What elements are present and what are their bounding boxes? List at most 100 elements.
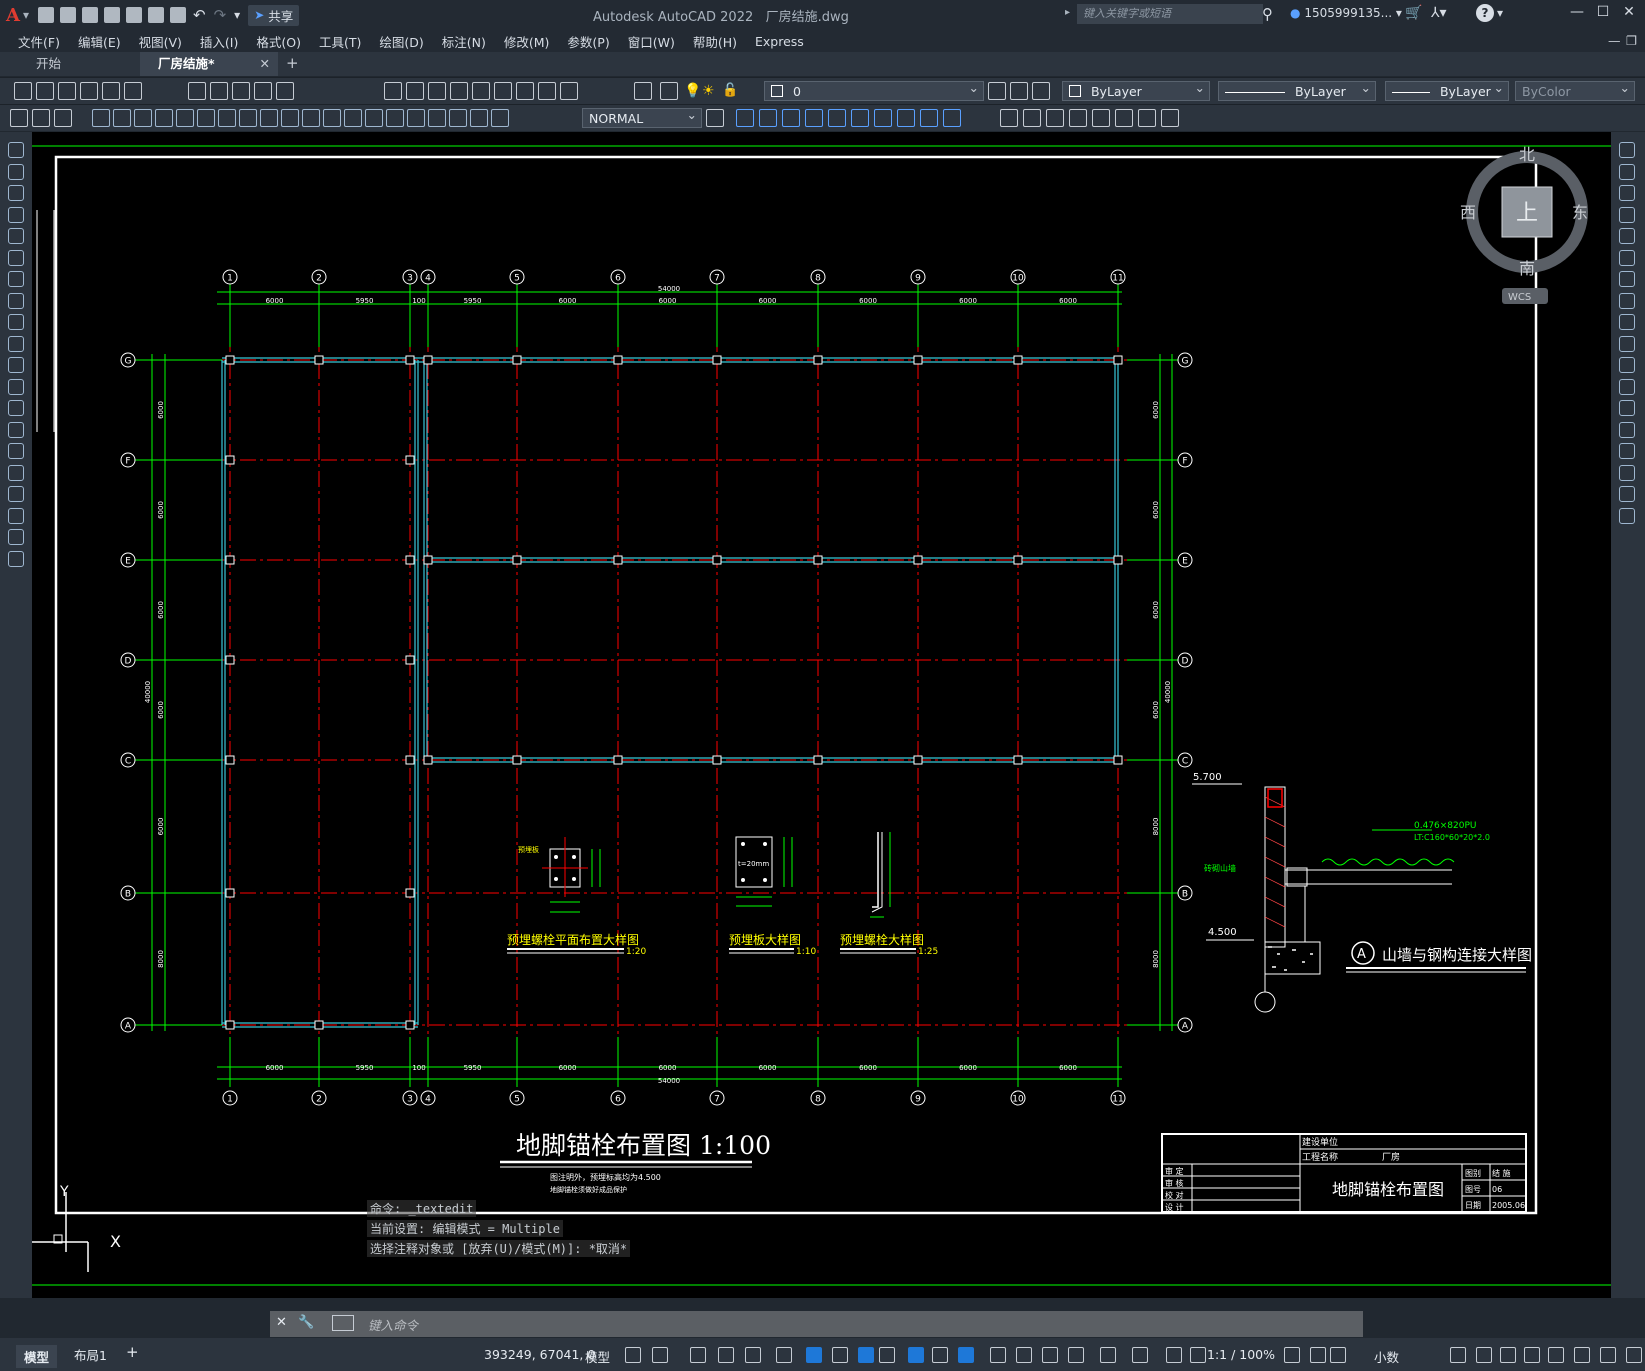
status-toggle-6-icon[interactable] [776,1347,792,1363]
layer-on-icon[interactable]: 💡 [684,83,701,99]
command-input[interactable]: 键入命令 [368,1315,418,1334]
dim-tool-8-icon[interactable] [239,109,257,127]
draw-tool-2-icon[interactable] [8,163,24,180]
layer-dropdown[interactable]: 0 [764,78,984,101]
modify-tool-10-icon[interactable] [1619,335,1635,352]
dim-tool-12-icon[interactable] [323,109,341,127]
save-as-icon[interactable] [104,7,120,23]
view-tool-7-icon[interactable] [516,82,534,100]
new-file-icon[interactable] [38,7,54,23]
units-dropdown[interactable]: 小数 [1374,1347,1399,1366]
menu-insert[interactable]: 插入(I) [200,32,238,51]
share-button[interactable]: ➤ 共享 [248,4,300,26]
draw-tool-12-icon[interactable] [8,378,24,395]
dim-tool-15-icon[interactable] [386,109,404,127]
plotstyle-dropdown[interactable]: ByColor [1515,78,1635,101]
dim-tool-20-icon[interactable] [491,109,509,127]
dim-tool-9-icon[interactable] [260,109,278,127]
modify-tool-8-icon[interactable] [1619,292,1635,309]
tab-model[interactable]: 模型 [16,1345,58,1368]
std-tool-2-icon[interactable] [36,82,54,100]
draworder-tool-1-icon[interactable] [1000,109,1018,127]
draw-tool-18-icon[interactable] [8,507,24,524]
edit-tool-5-icon[interactable] [276,82,294,100]
dimstyle-dropdown[interactable]: NORMAL [582,105,702,128]
draw-tool-17-icon[interactable] [8,486,24,502]
draw-tool-20-icon[interactable] [8,550,24,567]
view-tool-4-icon[interactable] [450,82,468,100]
status-toggle-13-icon[interactable] [958,1347,974,1363]
modify-tool-3-icon[interactable] [1619,185,1635,201]
status-toggle-25-icon[interactable] [1450,1347,1466,1363]
status-toggle-7-icon[interactable] [806,1347,822,1363]
status-toggle-31-icon[interactable] [1600,1347,1616,1363]
status-toggle-5-icon[interactable] [745,1347,761,1363]
status-toggle-19-icon[interactable] [1132,1347,1148,1363]
save-to-web-icon[interactable] [148,7,164,23]
modify-tool-9-icon[interactable] [1619,314,1635,330]
modify-tool-12-icon[interactable] [1619,378,1635,395]
std-tool-3-icon[interactable] [58,82,76,100]
customize-qat-icon[interactable]: ▾ [234,8,240,22]
help-tool-1-icon[interactable] [634,82,652,100]
dim-tool-5-icon[interactable] [176,109,194,127]
dim-tool-18-icon[interactable] [449,109,467,127]
status-toggle-11-icon[interactable] [908,1347,924,1363]
layer-tool-2-icon[interactable] [1010,82,1028,100]
tab-start[interactable]: 开始 [18,52,156,76]
menu-draw[interactable]: 绘图(D) [379,32,423,51]
block-tool-1-icon[interactable] [10,109,28,127]
modify2-tool-2-icon[interactable] [759,109,777,127]
modify-tool-18-icon[interactable] [1619,507,1635,524]
add-layout-button[interactable]: + [126,1343,139,1361]
layer-lock-icon[interactable]: 🔓 [722,83,738,98]
linetype-dropdown[interactable]: ByLayer [1218,78,1376,101]
block-tool-2-icon[interactable] [32,109,50,127]
viewcube[interactable]: 上 北 南 东 西 WCS [1460,145,1588,304]
modify-tool-7-icon[interactable] [1619,271,1635,287]
modify2-tool-4-icon[interactable] [805,109,823,127]
draworder-tool-8-icon[interactable] [1161,109,1179,127]
view-tool-1-icon[interactable] [384,82,402,100]
logo-dropdown-icon[interactable]: ▾ [23,8,29,22]
layer-props-tool-1-icon[interactable] [660,82,678,100]
status-toggle-27-icon[interactable] [1500,1347,1516,1363]
open-from-web-icon[interactable] [126,7,142,23]
tab-layout1[interactable]: 布局1 [74,1345,107,1364]
annotation-scale[interactable]: 1:1 / 100% [1207,1347,1275,1362]
modify-tool-1-icon[interactable] [1619,142,1635,158]
help-icon[interactable]: ? [1476,4,1494,22]
menu-window[interactable]: 窗口(W) [628,32,675,51]
draw-tool-9-icon[interactable] [8,314,24,330]
menu-parametric[interactable]: 参数(P) [567,32,609,51]
modify2-tool-5-icon[interactable] [828,109,846,127]
model-space-button[interactable]: 模型 [585,1347,610,1366]
modify-tool-11-icon[interactable] [1619,357,1635,373]
draworder-tool-5-icon[interactable] [1092,109,1110,127]
dim-tool-2-icon[interactable] [113,109,131,127]
block-tool-3-icon[interactable] [54,109,72,127]
search-input[interactable]: 键入关键字或短语 [1077,4,1263,24]
layer-tool-1-icon[interactable] [988,82,1006,100]
modify-tool-6-icon[interactable] [1619,249,1635,266]
modify-tool-13-icon[interactable] [1619,400,1635,416]
menu-file[interactable]: 文件(F) [18,32,60,51]
modify2-tool-7-icon[interactable] [874,109,892,127]
cart-icon[interactable]: 🛒 [1405,5,1422,21]
draworder-tool-4-icon[interactable] [1069,109,1087,127]
modify2-tool-8-icon[interactable] [897,109,915,127]
modify-tool-2-icon[interactable] [1619,163,1635,180]
std-tool-4-icon[interactable] [80,82,98,100]
modify-tool-14-icon[interactable] [1619,421,1635,438]
modify-tool-5-icon[interactable] [1619,228,1635,244]
plot-icon[interactable] [170,7,186,23]
status-toggle-29-icon[interactable] [1548,1347,1564,1363]
menu-dimension[interactable]: 标注(N) [442,32,486,51]
draw-tool-5-icon[interactable] [8,228,24,244]
dim-tool-13-icon[interactable] [344,109,362,127]
dim-tool-4-icon[interactable] [155,109,173,127]
dim-tool-10-icon[interactable] [281,109,299,127]
dim-tool-7-icon[interactable] [218,109,236,127]
std-tool-5-icon[interactable] [102,82,120,100]
search-icon[interactable]: ⚲ [1262,5,1273,23]
